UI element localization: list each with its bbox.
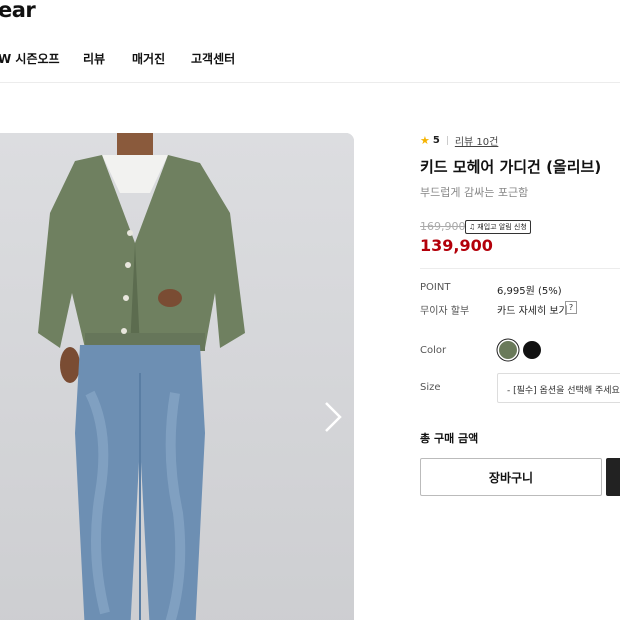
nav-item-season-off[interactable]: W 시즌오프 xyxy=(0,50,60,67)
header-divider xyxy=(0,82,620,83)
nav-item-magazine[interactable]: 매거진 xyxy=(132,50,165,67)
product-image[interactable] xyxy=(0,133,354,620)
color-swatch-black[interactable] xyxy=(523,341,541,359)
installment-link[interactable]: 카드 자세히 보기 xyxy=(497,302,568,317)
color-label: Color xyxy=(420,345,447,356)
help-icon[interactable]: ? xyxy=(565,301,577,314)
rating-divider xyxy=(446,136,448,145)
review-count-link[interactable]: 리뷰 10건 xyxy=(455,133,499,148)
add-to-cart-button[interactable]: 장바구니 xyxy=(420,458,602,496)
color-swatch-olive[interactable] xyxy=(499,341,517,359)
original-price: 169,900 xyxy=(420,220,466,233)
point-label: POINT xyxy=(420,282,451,293)
product-title: 키드 모헤어 가디건 (올리브) xyxy=(420,158,602,176)
star-icon: ★ xyxy=(420,134,430,147)
nav-item-review[interactable]: 리뷰 xyxy=(83,50,105,67)
model-photo xyxy=(0,133,354,620)
point-value: 6,995원 (5%) xyxy=(497,286,562,297)
chevron-right-icon[interactable] xyxy=(318,400,348,434)
rating-row: ★ 5 리뷰 10건 xyxy=(420,133,498,148)
restock-alert-button[interactable]: ♫ 재입고 알림 신청 xyxy=(465,220,531,234)
bell-icon: ♫ xyxy=(469,223,476,231)
buy-now-button[interactable] xyxy=(606,458,620,496)
size-label: Size xyxy=(420,382,441,393)
info-divider xyxy=(420,268,620,269)
site-logo[interactable]: ear xyxy=(0,0,36,22)
installment-label: 무이자 할부 xyxy=(420,306,470,317)
nav-item-customer-center[interactable]: 고객센터 xyxy=(191,50,235,67)
restock-alert-label: 재입고 알림 신청 xyxy=(477,223,527,231)
total-price-label: 총 구매 금액 xyxy=(420,432,479,445)
sale-price: 139,900 xyxy=(420,236,493,255)
size-select[interactable]: - [필수] 옵션을 선택해 주세요 - xyxy=(497,373,620,403)
product-subtitle: 부드럽게 감싸는 포근함 xyxy=(420,186,529,199)
rating-value: 5 xyxy=(432,135,440,146)
